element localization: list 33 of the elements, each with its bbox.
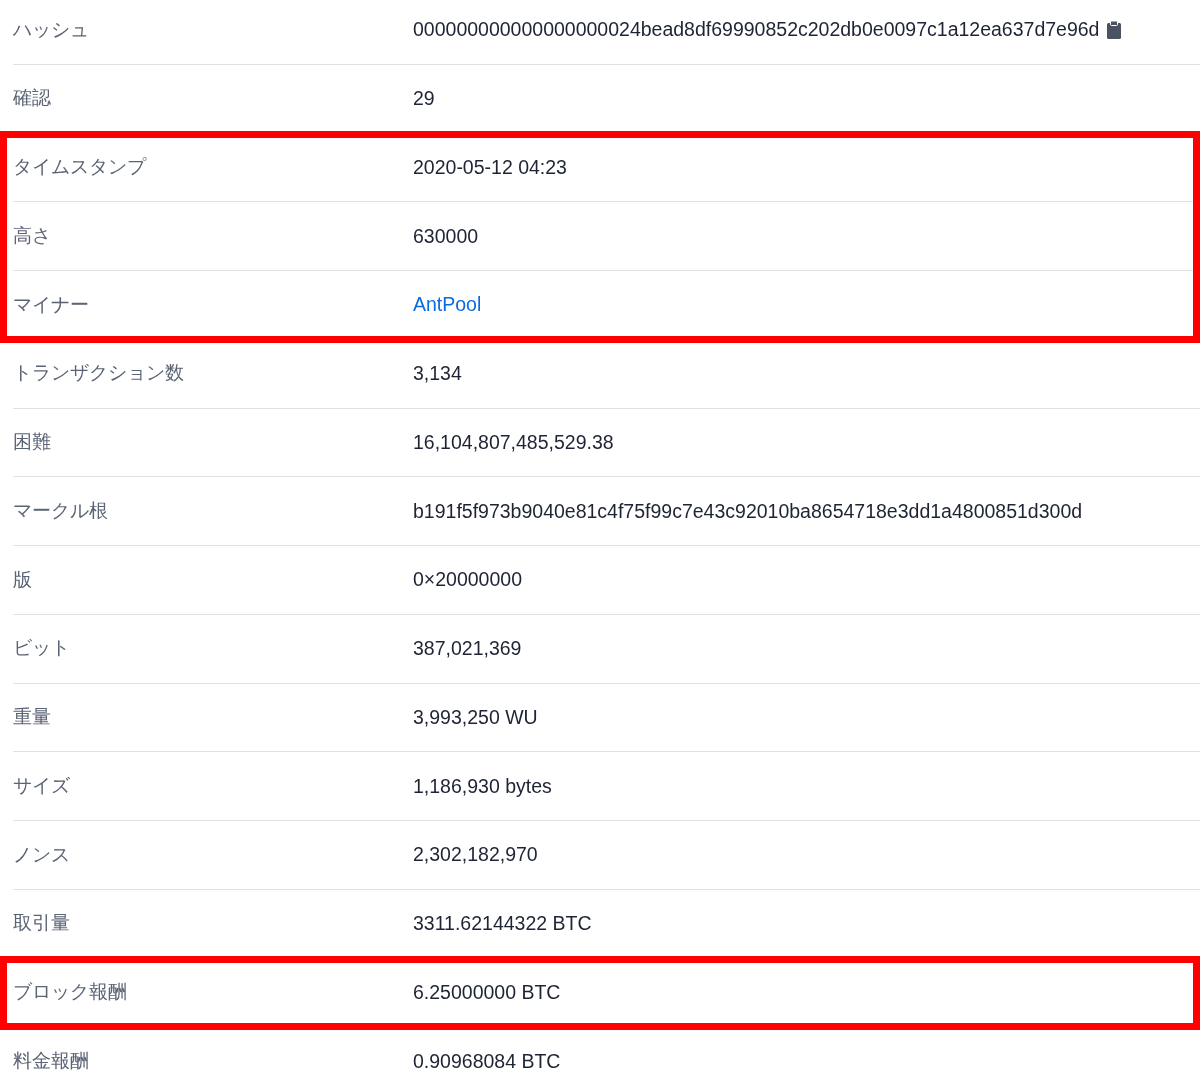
field-value: 0.90968084 BTC (413, 1048, 561, 1074)
field-value: 0×20000000 (413, 567, 522, 593)
field-label: マイナー (13, 292, 90, 317)
field-value: 1,186,930 bytes (413, 773, 552, 799)
field-value: 2020-05-12 04:23 (413, 154, 567, 180)
miner-link[interactable]: AntPool (413, 290, 482, 320)
field-label: マークル根 (13, 498, 109, 523)
field-value: 630000 (413, 223, 479, 249)
field-value: 3,134 (413, 361, 462, 386)
field-label: ノンス (13, 842, 71, 867)
field-label: 確認 (13, 86, 52, 111)
field-label: トランザクション数 (13, 361, 185, 386)
field-label: ビット (13, 636, 71, 661)
field-label: 版 (13, 567, 33, 592)
field-label: サイズ (13, 773, 71, 798)
field-label: 困難 (13, 430, 52, 455)
field-value: 387,021,369 (413, 636, 522, 661)
field-value: 000000000000000000024bead8df69990852c202db0e0097c1a12ea637d7e96d (413, 17, 1100, 43)
field-label: 高さ (13, 223, 52, 248)
field-value: 29 (413, 86, 435, 111)
field-value: 2,302,182,970 (413, 842, 538, 868)
field-value: b191f5f973b9040e81c4f75f99c7e43c92010ba8654718e3dd1a4800851d300d (413, 498, 1083, 524)
field-value: 16,104,807,485,529.38 (413, 429, 614, 455)
field-label: 重量 (13, 705, 52, 730)
field-label: ハッシュ (13, 17, 90, 42)
field-label: タイムスタンプ (13, 155, 148, 180)
field-label: 取引量 (13, 911, 71, 936)
clipboard-icon[interactable] (1107, 20, 1122, 39)
field-value: 3311.62144322 BTC (413, 911, 592, 936)
field-value: 6.25000000 BTC (413, 979, 561, 1005)
field-value: 3,993,250 WU (413, 704, 538, 730)
field-label: ブロック報酬 (13, 980, 128, 1005)
field-label: 料金報酬 (13, 1048, 90, 1073)
